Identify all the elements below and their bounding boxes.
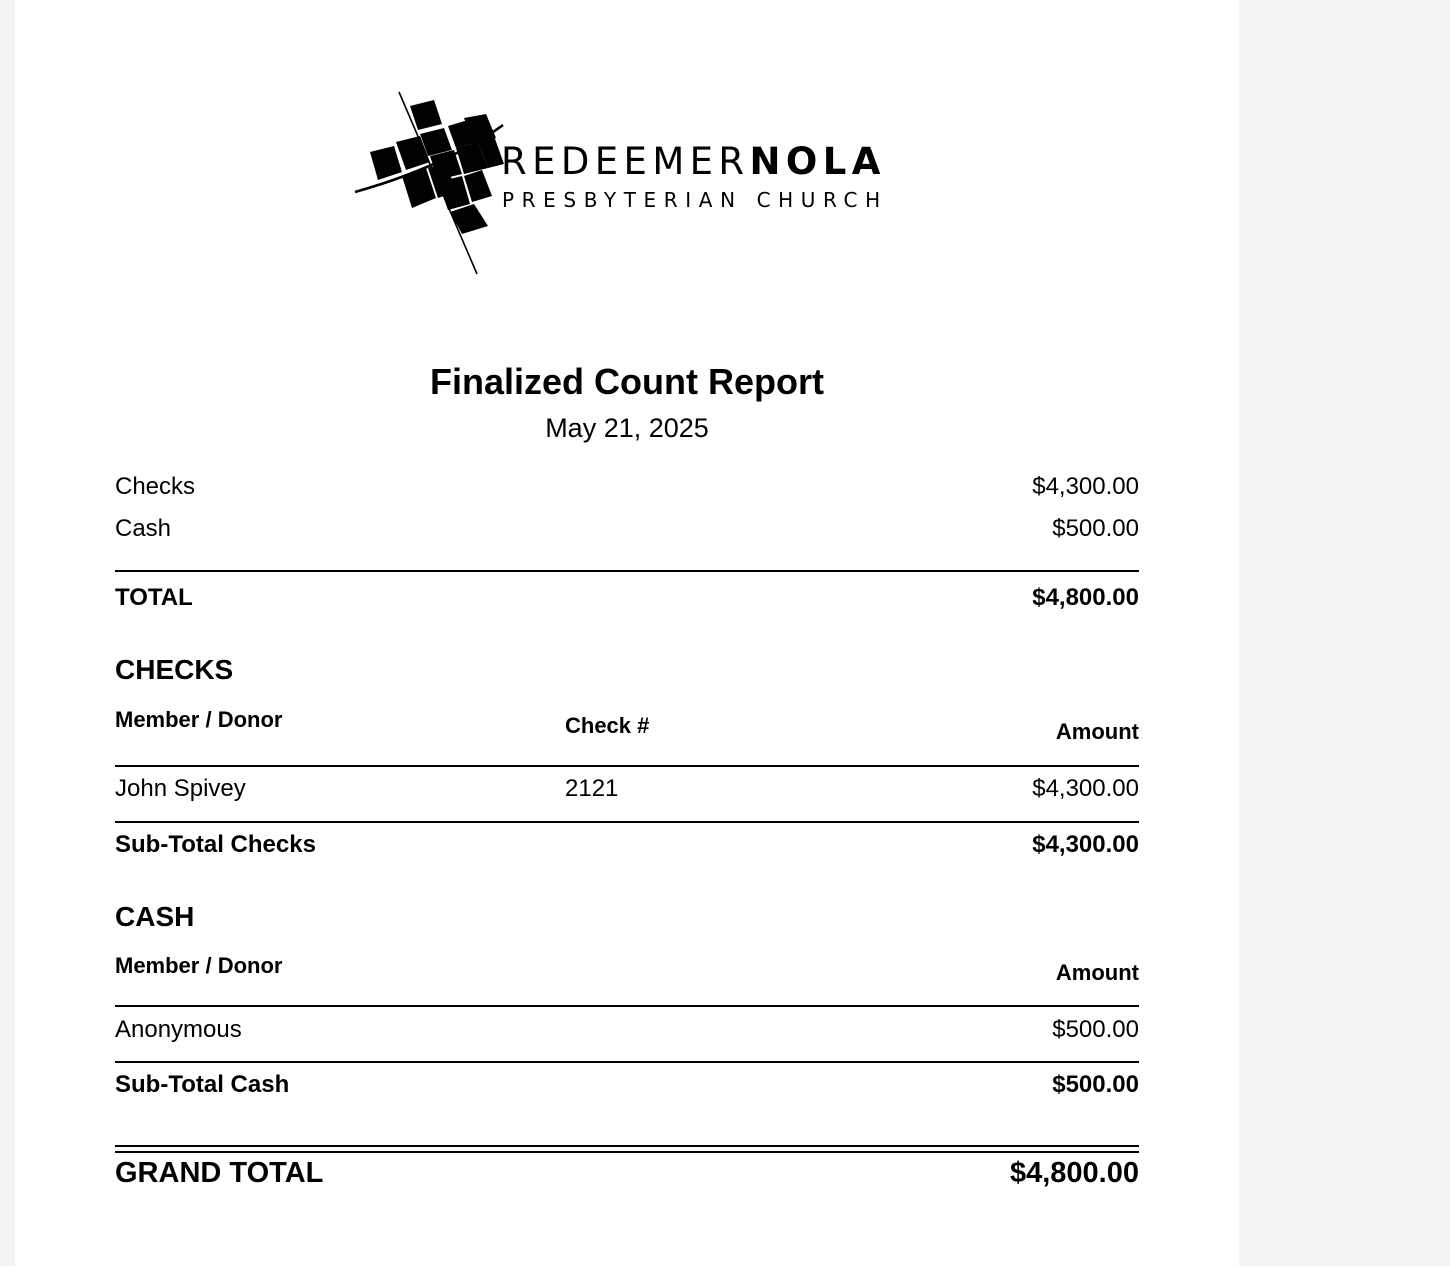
- summary-label: Cash: [115, 515, 172, 542]
- report-date: May 21, 2025: [545, 413, 709, 443]
- summary-row: Cash $500.00: [115, 514, 1139, 544]
- divider: [115, 1061, 1139, 1063]
- divider: [115, 1005, 1139, 1007]
- divider: [115, 570, 1139, 572]
- summary-label: Checks: [115, 473, 196, 500]
- cash-header-amount: Amount: [1055, 960, 1139, 985]
- logo-subtitle: PRESBYTERIAN CHURCH: [502, 188, 888, 212]
- divider: [115, 765, 1139, 767]
- summary-total-row: TOTAL $4,800.00: [115, 583, 1139, 613]
- logo-wordmark: REDEEMERNOLA: [501, 140, 886, 184]
- cash-amount: $500.00: [1052, 1016, 1139, 1043]
- summary-amount: $500.00: [1052, 515, 1139, 542]
- total-label: TOTAL: [115, 584, 193, 611]
- checks-heading: CHECKS: [115, 654, 234, 685]
- double-rule-bottom: [115, 1151, 1139, 1153]
- divider: [115, 821, 1139, 823]
- cash-subtotal-label: Sub-Total Cash: [115, 1071, 290, 1098]
- grand-total-amount: $4,800.00: [1009, 1157, 1139, 1189]
- grand-total-row: GRAND TOTAL $4,800.00: [115, 1155, 1139, 1191]
- church-logo-mark: [354, 91, 504, 275]
- checks-subtotal-amount: $4,300.00: [1032, 831, 1139, 858]
- cash-subtotal-amount: $500.00: [1052, 1071, 1139, 1098]
- cash-donor: Anonymous: [115, 1016, 242, 1043]
- cash-header-donor: Member / Donor: [115, 953, 283, 978]
- logo-name-bold: NOLA: [749, 140, 886, 183]
- total-amount: $4,800.00: [1032, 584, 1139, 611]
- checks-subtotal-row: Sub-Total Checks $4,300.00: [115, 830, 1139, 860]
- cash-subtotal-row: Sub-Total Cash $500.00: [115, 1070, 1139, 1100]
- summary-row: Checks $4,300.00: [115, 472, 1139, 502]
- checks-header-donor: Member / Donor: [115, 707, 283, 732]
- check-number: 2121: [565, 775, 619, 802]
- logo-name-light: REDEEMER: [501, 140, 750, 183]
- report-title: Finalized Count Report: [430, 361, 824, 402]
- summary-amount: $4,300.00: [1032, 473, 1139, 500]
- check-donor: John Spivey: [115, 775, 246, 802]
- check-amount: $4,300.00: [1032, 775, 1139, 802]
- checks-header-check-number: Check #: [565, 713, 650, 738]
- checks-header-amount: Amount: [1055, 719, 1139, 744]
- grand-total-label: GRAND TOTAL: [115, 1157, 324, 1189]
- cash-heading: CASH: [115, 901, 195, 932]
- checks-subtotal-label: Sub-Total Checks: [115, 831, 316, 858]
- double-rule-top: [115, 1145, 1139, 1147]
- report-page: REDEEMERNOLA PRESBYTERIAN CHURCH Finaliz…: [15, 0, 1239, 1266]
